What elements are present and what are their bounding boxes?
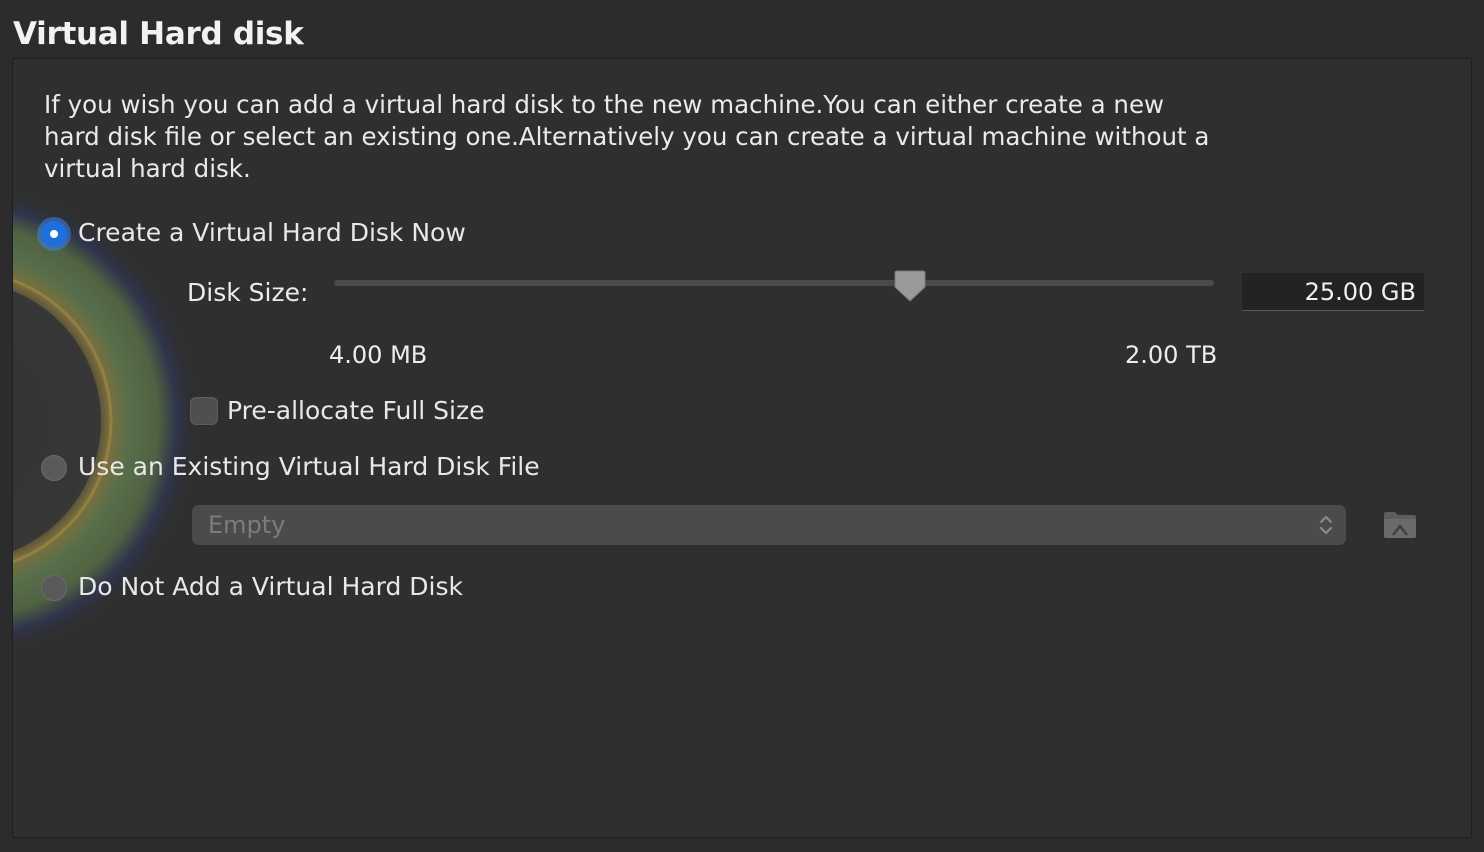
preallocate-checkbox[interactable] xyxy=(190,397,218,425)
do-not-add-disk-label[interactable]: Do Not Add a Virtual Hard Disk xyxy=(78,572,463,601)
use-existing-disk-radio[interactable] xyxy=(41,455,67,481)
existing-disk-select[interactable]: Empty xyxy=(192,505,1346,545)
disk-size-label: Disk Size: xyxy=(187,278,309,307)
disk-size-slider[interactable] xyxy=(334,280,1214,286)
disk-size-input[interactable]: 25.00 GB xyxy=(1242,273,1424,311)
intro-text: If you wish you can add a virtual hard d… xyxy=(44,90,1210,183)
chevron-up-down-icon xyxy=(1319,515,1333,535)
existing-disk-select-value: Empty xyxy=(208,511,286,539)
use-existing-disk-label[interactable]: Use an Existing Virtual Hard Disk File xyxy=(78,452,540,481)
preallocate-label[interactable]: Pre-allocate Full Size xyxy=(227,396,484,425)
do-not-add-disk-radio[interactable] xyxy=(41,575,67,601)
slider-thumb-icon[interactable] xyxy=(894,269,926,303)
create-disk-now-radio[interactable] xyxy=(41,221,67,247)
folder-icon[interactable] xyxy=(1382,506,1418,542)
slider-max-label: 2.00 TB xyxy=(1125,341,1218,369)
slider-min-label: 4.00 MB xyxy=(329,341,428,369)
virtual-hard-disk-page: Virtual Hard disk If you wish you can ad… xyxy=(0,0,1484,852)
page-title: Virtual Hard disk xyxy=(13,16,304,52)
create-disk-now-label[interactable]: Create a Virtual Hard Disk Now xyxy=(78,218,466,247)
